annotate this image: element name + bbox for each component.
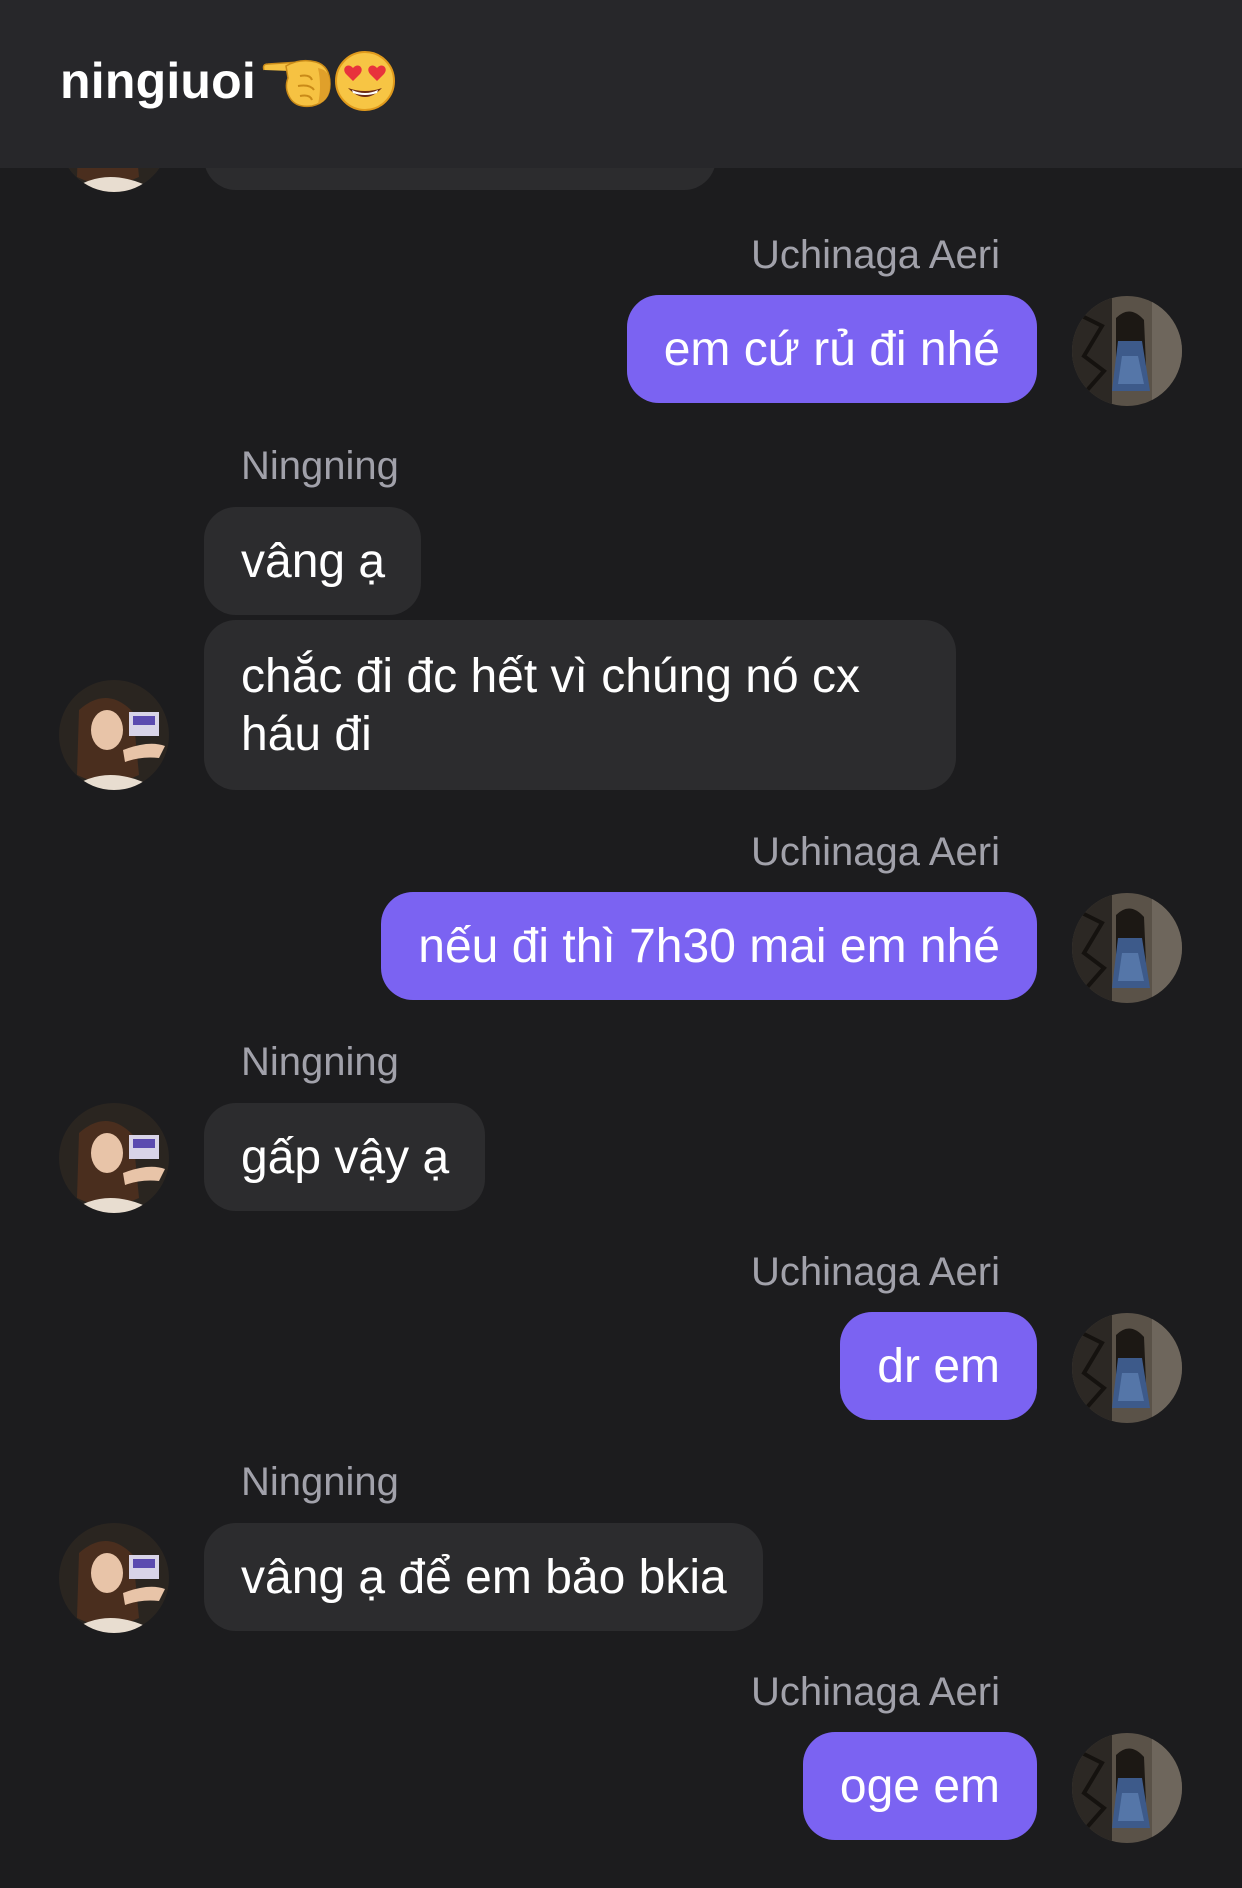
chat-title-text: ningiuoi bbox=[60, 53, 256, 109]
uchinaga-aeri-avatar[interactable] bbox=[1072, 893, 1182, 1003]
message-bubble-outgoing[interactable]: oge em bbox=[802, 1732, 1037, 1840]
ningning-avatar[interactable] bbox=[59, 1103, 169, 1213]
message-bubble-incoming[interactable]: gấp vậy ạ bbox=[204, 1103, 486, 1211]
chat-header: ningiuoi bbox=[0, 0, 1242, 168]
ningning-avatar-image bbox=[59, 1103, 169, 1213]
uchinaga-aeri-avatar[interactable] bbox=[1072, 1733, 1182, 1843]
backhand-pointing-left-emoji bbox=[260, 50, 334, 112]
heart-eyes-emoji bbox=[334, 50, 396, 112]
ningning-avatar-image bbox=[59, 1523, 169, 1633]
chat-title[interactable]: ningiuoi bbox=[60, 50, 396, 112]
uchinaga-aeri-avatar[interactable] bbox=[1072, 1313, 1182, 1423]
chat-thread[interactable]: Uchinaga Aeri em cứ rủ đi nhé Ningning v… bbox=[0, 0, 1242, 1888]
message-bubble-incoming[interactable]: vâng ạ bbox=[204, 507, 422, 615]
message-bubble-incoming[interactable]: chắc đi đc hết vì chúng nó cx háu đi bbox=[204, 620, 956, 790]
sender-name: Uchinaga Aeri bbox=[750, 830, 1000, 874]
uchinaga-aeri-avatar[interactable] bbox=[1072, 296, 1182, 406]
uchinaga-aeri-avatar-image bbox=[1072, 893, 1182, 1003]
message-bubble-outgoing[interactable]: dr em bbox=[840, 1312, 1037, 1420]
message-bubble-incoming[interactable]: vâng ạ để em bảo bkia bbox=[204, 1523, 763, 1631]
ningning-avatar[interactable] bbox=[59, 680, 169, 790]
uchinaga-aeri-avatar-image bbox=[1072, 1733, 1182, 1843]
sender-name: Uchinaga Aeri bbox=[750, 1250, 1000, 1294]
ningning-avatar-image bbox=[59, 680, 169, 790]
sender-name: Ningning bbox=[241, 1460, 399, 1504]
uchinaga-aeri-avatar-image bbox=[1072, 1313, 1182, 1423]
ningning-avatar[interactable] bbox=[59, 1523, 169, 1633]
sender-name: Uchinaga Aeri bbox=[750, 233, 1000, 277]
sender-name: Ningning bbox=[241, 444, 399, 488]
sender-name: Uchinaga Aeri bbox=[750, 1670, 1000, 1714]
uchinaga-aeri-avatar-image bbox=[1072, 296, 1182, 406]
message-bubble-outgoing[interactable]: em cứ rủ đi nhé bbox=[626, 295, 1037, 403]
message-bubble-outgoing[interactable]: nếu đi thì 7h30 mai em nhé bbox=[381, 892, 1037, 1000]
sender-name: Ningning bbox=[241, 1040, 399, 1084]
